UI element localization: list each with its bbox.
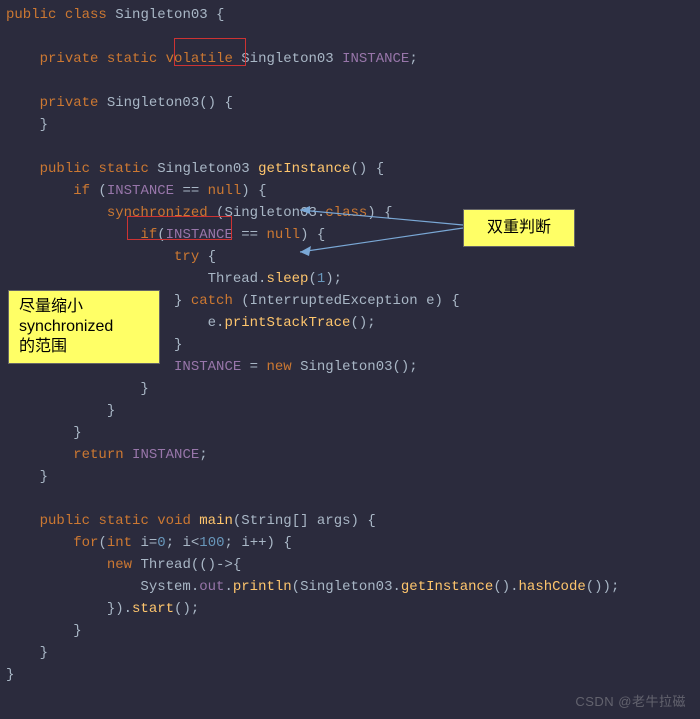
annotation-double-check: 双重判断	[463, 209, 575, 247]
watermark: CSDN @老牛拉磁	[575, 691, 686, 713]
annotation-minimize-scope: 尽量缩小synchronized的范围	[8, 290, 160, 364]
